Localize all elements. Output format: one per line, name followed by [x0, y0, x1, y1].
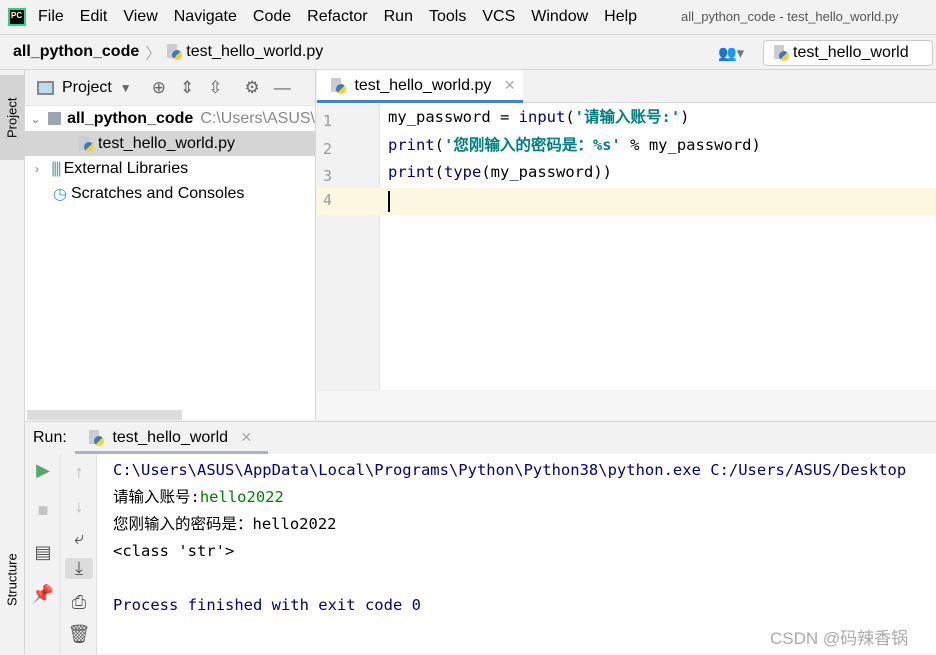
run-toolbar-right: ↑ ↓ ⤶ ⤓ ⎙ 🗑 — [61, 454, 97, 655]
code-token: ( — [434, 163, 445, 181]
project-panel: Project ▼ ⊕ ⇕ ⇳ ⚙ — ⌄ all_python_code C:… — [25, 70, 316, 420]
tree-item-external-libraries[interactable]: › |||| External Libraries — [25, 156, 315, 181]
code-token: % my_password) — [620, 135, 761, 154]
folder-icon — [48, 112, 62, 125]
console-line: 请输入账号:hello2022 — [113, 488, 284, 506]
scroll-to-end-icon[interactable]: ⤓ — [65, 558, 93, 579]
down-arrow-icon[interactable]: ↓ — [65, 496, 93, 517]
menu-edit[interactable]: Edit — [80, 8, 108, 26]
console-line: C:\Users\ASUS\AppData\Local\Programs\Pyt… — [113, 461, 907, 479]
line-gutter: 1 2 3 — [317, 104, 380, 420]
line-number: 4 — [323, 191, 333, 209]
code-token: ) — [680, 108, 690, 126]
menu-bar: PC File Edit View Navigate Code Refactor… — [0, 0, 936, 35]
run-tab[interactable]: test_hello_world ✕ — [75, 422, 268, 454]
scratches-icon: ◷ — [53, 185, 67, 203]
tree-item-scratches[interactable]: ◷ Scratches and Consoles — [25, 181, 315, 206]
code-token: ( — [434, 135, 445, 154]
editor-tab[interactable]: test_hello_world.py ✕ — [317, 70, 523, 103]
collapse-all-icon[interactable]: ⇳ — [208, 78, 222, 98]
user-input-text: hello2022 — [199, 488, 284, 506]
python-icon — [89, 429, 104, 446]
close-icon[interactable]: ✕ — [241, 429, 253, 445]
menu-window[interactable]: Window — [531, 8, 588, 26]
trash-icon[interactable]: 🗑 — [65, 624, 93, 645]
run-panel-header: Run: test_hello_world ✕ — [25, 422, 936, 454]
breadcrumb-project[interactable]: all_python_code — [13, 43, 139, 61]
text-caret — [388, 191, 390, 212]
horizontal-scrollbar[interactable] — [27, 410, 182, 420]
soft-wrap-icon[interactable]: ⤶ — [65, 528, 93, 549]
menu-vcs[interactable]: VCS — [482, 8, 515, 26]
close-icon[interactable]: ✕ — [504, 77, 516, 93]
editor[interactable]: test_hello_world.py ✕ 1 2 3 4 my_passwor… — [317, 70, 936, 420]
expand-all-icon[interactable]: ⇕ — [180, 78, 194, 98]
up-arrow-icon[interactable]: ↑ — [65, 462, 93, 483]
chevron-down-icon[interactable]: ▼ — [120, 81, 132, 95]
user-dropdown-icon[interactable]: 👥▾ — [718, 44, 744, 62]
line-number: 2 — [323, 140, 333, 158]
project-view-selector[interactable]: Project — [62, 79, 112, 97]
print-icon[interactable]: ⎙ — [65, 592, 93, 613]
menu-tools[interactable]: Tools — [429, 8, 466, 26]
menu-navigate[interactable]: Navigate — [174, 8, 237, 26]
breadcrumb-file[interactable]: test_hello_world.py — [186, 43, 323, 61]
python-file-icon — [79, 135, 94, 152]
libraries-icon: |||| — [51, 159, 62, 177]
console-line: Process finished with exit code 0 — [113, 596, 421, 614]
hide-icon[interactable]: — — [274, 78, 291, 98]
python-file-icon — [331, 77, 346, 94]
run-label: Run: — [33, 429, 67, 446]
run-config-selector[interactable]: test_hello_world — [763, 40, 933, 66]
code-token: input — [518, 108, 566, 126]
code-line[interactable]: print('您刚输入的密码是：%s' % my_password) — [388, 132, 761, 159]
code-token: (my_password)) — [481, 163, 612, 181]
line-number: 1 — [323, 112, 333, 130]
code-token: print — [388, 135, 435, 154]
pin-icon[interactable]: 📌 — [29, 584, 57, 605]
project-view-icon — [37, 80, 54, 95]
console-output[interactable]: C:\Users\ASUS\AppData\Local\Programs\Pyt… — [113, 454, 932, 619]
code-token: ( — [565, 108, 575, 126]
watermark: CSDN @码辣香锅 — [770, 629, 909, 648]
layout-icon[interactable]: ▤ — [29, 542, 57, 563]
chevron-down-icon[interactable]: ⌄ — [29, 112, 42, 126]
code-line[interactable]: my_password = input('请输入账号:') — [388, 104, 690, 131]
stop-icon[interactable]: ■ — [29, 500, 57, 521]
breadcrumb-chevron-icon: 〉 — [145, 46, 162, 63]
menu-help[interactable]: Help — [604, 8, 637, 26]
structure-tool-tab[interactable]: Structure — [0, 545, 24, 615]
menu-file[interactable]: File — [38, 8, 64, 26]
tree-item-project-root[interactable]: ⌄ all_python_code C:\Users\ASUS\ — [25, 106, 315, 131]
code-line[interactable]: print(type(my_password)) — [388, 159, 612, 186]
project-tool-tab[interactable]: Project — [0, 75, 24, 160]
tree-item-file[interactable]: test_hello_world.py — [25, 131, 315, 156]
menu-run[interactable]: Run — [384, 8, 413, 26]
current-line-highlight — [317, 188, 936, 215]
window-title: all_python_code - test_hello_world.py — [681, 9, 899, 24]
rerun-icon[interactable]: ▶ — [29, 460, 57, 481]
editor-scroll-area — [317, 390, 936, 420]
python-file-icon — [167, 44, 183, 60]
python-icon — [774, 44, 789, 61]
menu-code[interactable]: Code — [253, 8, 291, 26]
code-token: '请输入账号:' — [574, 108, 681, 126]
console-line: 您刚输入的密码是：hello2022 — [113, 515, 337, 533]
code-token: print — [388, 163, 435, 181]
gear-icon[interactable]: ⚙ — [244, 78, 259, 98]
pycharm-logo-icon: PC — [8, 8, 26, 26]
locate-file-icon[interactable]: ⊕ — [152, 78, 166, 98]
code-token: '您刚输入的密码是：%s' — [444, 135, 621, 154]
menu-refactor[interactable]: Refactor — [307, 8, 367, 26]
line-number: 3 — [323, 167, 333, 185]
run-panel: Run: test_hello_world ✕ ▶ ■ ▤ 📌 ↑ ↓ ⤶ ⤓ … — [25, 421, 936, 655]
console-line: <class 'str'> — [113, 542, 235, 560]
chevron-right-icon[interactable]: › — [29, 162, 45, 176]
code-token: type — [444, 163, 482, 181]
menu-view[interactable]: View — [123, 8, 157, 26]
code-token: my_password = — [388, 108, 519, 126]
editor-tab-bar: test_hello_world.py ✕ — [317, 70, 936, 103]
run-toolbar-left: ▶ ■ ▤ 📌 — [25, 454, 61, 655]
project-panel-header: Project ▼ ⊕ ⇕ ⇳ ⚙ — — [25, 70, 315, 106]
